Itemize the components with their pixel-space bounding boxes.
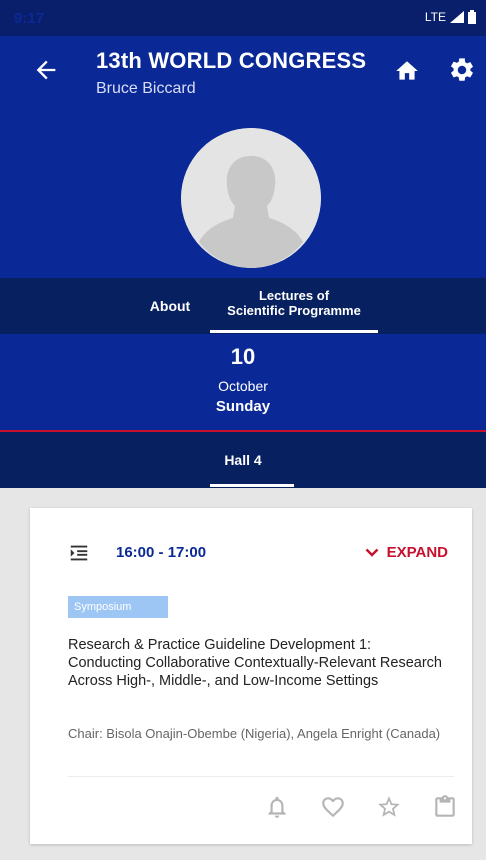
tab-lectures-line1: Lectures of — [258, 288, 330, 303]
avatar — [181, 128, 321, 268]
app-header: 13th WORLD CONGRESS Bruce Biccard — [0, 36, 486, 280]
session-title: Research & Practice Guideline Developmen… — [68, 637, 442, 689]
card-actions — [30, 792, 472, 824]
heart-icon[interactable] — [320, 794, 346, 820]
tab-selected-indicator — [210, 330, 378, 333]
tab-lectures-line2: Scientific Programme — [227, 303, 361, 318]
session-chair: Chair: Bisola Onajin-Obembe (Nigeria), A… — [68, 726, 441, 741]
gear-icon[interactable] — [448, 56, 476, 84]
tab-about[interactable]: About — [130, 298, 210, 314]
status-right: LTE — [425, 10, 476, 24]
bell-icon[interactable] — [264, 794, 290, 820]
expand-button[interactable]: EXPAND — [365, 544, 448, 561]
person-silhouette-icon — [181, 128, 321, 268]
status-time: 9:17 — [14, 10, 45, 27]
clipboard-icon[interactable] — [432, 794, 458, 820]
agenda-icon — [70, 545, 88, 561]
expand-label: EXPAND — [386, 544, 448, 561]
session-type-badge: Symposium — [68, 596, 168, 618]
date-weekday: Sunday — [215, 398, 271, 415]
hall-tabs: Hall 4 — [0, 432, 486, 488]
signal-icon — [450, 11, 464, 23]
star-icon[interactable] — [376, 794, 402, 820]
session-time: 16:00 - 17:00 — [116, 544, 207, 561]
date-day: 10 — [230, 344, 256, 369]
tab-hall[interactable]: Hall 4 — [0, 452, 486, 468]
tab-lectures[interactable]: Lectures of Scientific Programme — [210, 288, 378, 318]
back-arrow-icon[interactable] — [32, 56, 60, 84]
battery-icon — [468, 10, 476, 24]
page-title: 13th WORLD CONGRESS — [96, 48, 367, 73]
session-card[interactable]: 16:00 - 17:00 EXPAND Symposium Research … — [30, 508, 472, 844]
hall-selected-indicator — [210, 484, 294, 487]
network-label: LTE — [424, 10, 446, 24]
page-subtitle: Bruce Biccard — [96, 80, 196, 97]
chevron-down-icon — [365, 548, 378, 557]
card-divider — [68, 776, 454, 777]
profile-tabs: About Lectures of Scientific Programme — [0, 278, 486, 334]
status-bar: 9:17 LTE — [0, 0, 486, 36]
date-selector[interactable]: 10 October Sunday — [0, 334, 486, 430]
date-month: October — [218, 378, 268, 394]
home-icon[interactable] — [394, 58, 420, 84]
